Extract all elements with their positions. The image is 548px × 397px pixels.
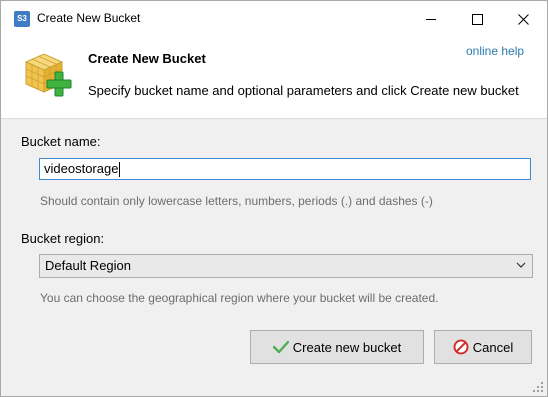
window-title: Create New Bucket <box>37 11 141 25</box>
bucket-name-label: Bucket name: <box>21 134 101 149</box>
minimize-icon <box>426 18 436 20</box>
resize-grip-icon[interactable] <box>532 381 544 393</box>
bucket-region-value: Default Region <box>45 258 131 273</box>
bucket-region-hint: You can choose the geographical region w… <box>40 291 439 305</box>
cancel-label: Cancel <box>472 339 514 355</box>
title-bar[interactable]: S3 Create New Bucket <box>1 1 547 37</box>
create-bucket-button[interactable]: Create new bucket <box>250 330 424 364</box>
app-icon: S3 <box>14 11 30 27</box>
header-description: Specify bucket name and optional paramet… <box>88 83 519 98</box>
bucket-name-hint: Should contain only lowercase letters, n… <box>40 194 433 208</box>
cancel-button[interactable]: Cancel <box>434 330 532 364</box>
minimize-button[interactable] <box>408 1 454 37</box>
header-title: Create New Bucket <box>88 51 206 66</box>
online-help-link[interactable]: online help <box>466 44 524 58</box>
create-bucket-dialog: S3 Create New Bucket Create New Bucket S… <box>0 0 548 397</box>
dialog-header: Create New Bucket Specify bucket name an… <box>1 37 547 119</box>
bucket-add-icon <box>24 53 72 97</box>
text-caret <box>119 162 121 178</box>
chevron-down-icon <box>516 262 526 268</box>
maximize-button[interactable] <box>454 1 500 37</box>
close-button[interactable] <box>500 1 546 37</box>
bucket-name-input[interactable]: videostorage <box>39 158 531 180</box>
bucket-name-value: videostorage <box>44 161 119 176</box>
bucket-region-select[interactable]: Default Region <box>39 254 533 278</box>
maximize-icon <box>471 13 483 25</box>
close-icon <box>517 13 529 25</box>
checkmark-icon <box>272 340 289 354</box>
bucket-region-label: Bucket region: <box>21 231 105 246</box>
create-bucket-label: Create new bucket <box>292 339 402 355</box>
cancel-icon <box>453 339 469 355</box>
